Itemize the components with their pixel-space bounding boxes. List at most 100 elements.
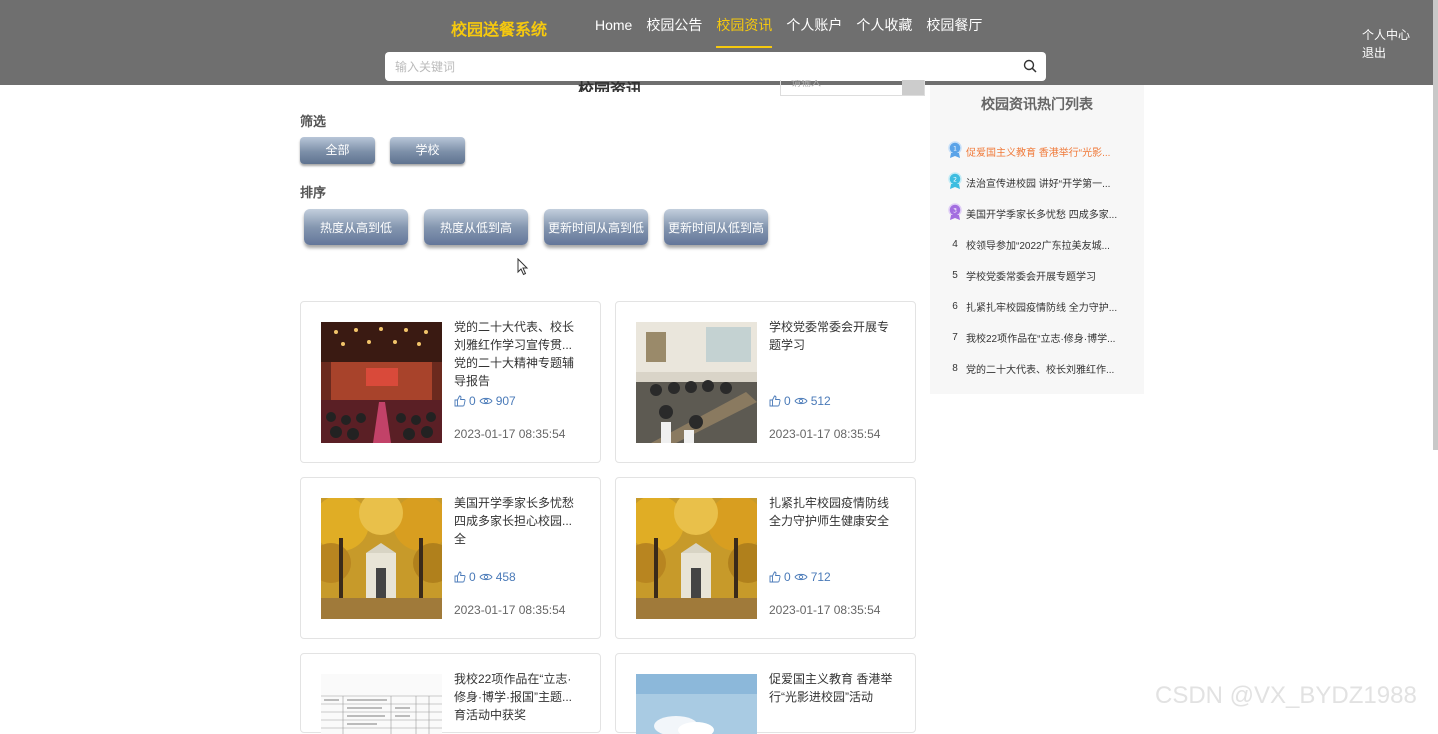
news-card-title[interactable]: 促爱国主义教育 香港举行“光影进校园”活动 <box>769 670 897 706</box>
news-card-stats: 0 712 <box>769 570 831 584</box>
news-thumbnail-campus-autumn <box>636 498 757 619</box>
news-card[interactable]: 学校党委常委会开展专题学习 0 512 2023-01-17 08:35:54 <box>615 301 916 463</box>
hot-list-rank: 4 <box>952 238 958 250</box>
nav-campus-news[interactable]: 校园资讯 <box>716 16 773 48</box>
hot-list-item-text[interactable]: 促爱国主义教育 香港举行“光影... <box>966 144 1131 159</box>
news-search-button[interactable] <box>902 80 924 95</box>
search-icon[interactable] <box>1023 59 1037 73</box>
view-count: 907 <box>495 394 516 408</box>
svg-text:2: 2 <box>953 176 957 183</box>
sort-hot-asc-button[interactable]: 热度从低到高 <box>424 209 528 245</box>
hot-list-item[interactable]: 2 法治宣传进校园 讲好“开学第一... <box>944 171 1139 193</box>
page-title: 校园资讯 <box>578 82 643 92</box>
svg-text:1: 1 <box>953 145 957 152</box>
news-card-stats: 0 512 <box>769 394 831 408</box>
global-search-bar <box>385 52 1046 81</box>
thumbs-up-icon[interactable] <box>454 395 466 407</box>
filter-all-button[interactable]: 全部 <box>300 137 375 164</box>
medal-bronze-icon: 3 <box>944 202 966 224</box>
news-card-stats: 0 458 <box>454 570 516 584</box>
hot-list-item[interactable]: 1 促爱国主义教育 香港举行“光影... <box>944 140 1139 162</box>
hot-list-item[interactable]: 6 扎紧扎牢校园疫情防线 全力守护... <box>944 296 1139 316</box>
nav-announcements[interactable]: 校园公告 <box>646 16 702 46</box>
svg-text:3: 3 <box>953 207 957 214</box>
news-thumbnail-campus-autumn <box>321 498 442 619</box>
hot-list-item-text[interactable]: 扎紧扎牢校园疫情防线 全力守护... <box>966 299 1131 314</box>
news-card-stats: 0 907 <box>454 394 516 408</box>
logout-link[interactable]: 退出 <box>1362 44 1410 62</box>
hot-list-item[interactable]: 4 校领导参加“2022广东拉美友城... <box>944 234 1139 254</box>
sort-time-asc-button[interactable]: 更新时间从低到高 <box>664 209 768 245</box>
news-search-box[interactable]: 请输入 <box>780 80 925 96</box>
news-thumbnail-document-table <box>321 674 442 734</box>
hot-list-item[interactable]: 3 美国开学季家长多忧愁 四成多家... <box>944 202 1139 224</box>
hot-list-item-text[interactable]: 学校党委常委会开展专题学习 <box>966 268 1131 283</box>
hot-list-item[interactable]: 8 党的二十大代表、校长刘雅红作... <box>944 358 1139 378</box>
news-card-title[interactable]: 我校22项作品在“立志·修身·博学·报国”主题...育活动中获奖 <box>454 670 582 724</box>
like-count: 0 <box>469 394 476 408</box>
news-card[interactable]: 党的二十大代表、校长刘雅红作学习宣传贯...党的二十大精神专题辅导报告 0 90… <box>300 301 601 463</box>
news-card[interactable]: 扎紧扎牢校园疫情防线 全力守护师生健康安全 0 712 2023-01-17 0… <box>615 477 916 639</box>
nav-campus-canteen[interactable]: 校园餐厅 <box>926 16 982 46</box>
hot-list-rank: 8 <box>952 362 958 374</box>
nav-personal-account[interactable]: 个人账户 <box>786 16 842 46</box>
like-count: 0 <box>784 394 791 408</box>
view-count: 512 <box>810 394 831 408</box>
nav-home[interactable]: Home <box>595 16 632 46</box>
view-count: 712 <box>810 570 831 584</box>
mouse-cursor-icon <box>517 258 529 276</box>
like-count: 0 <box>469 570 476 584</box>
hot-list-item-text[interactable]: 我校22项作品在“立志·修身·博学... <box>966 330 1131 345</box>
news-card-date: 2023-01-17 08:35:54 <box>454 603 566 617</box>
sort-label: 排序 <box>300 185 327 200</box>
news-thumbnail-meeting <box>636 322 757 443</box>
user-center-link[interactable]: 个人中心 <box>1362 26 1410 44</box>
news-card-date: 2023-01-17 08:35:54 <box>769 427 881 441</box>
news-thumbnail-auditorium <box>321 322 442 443</box>
eye-icon <box>479 573 493 581</box>
hot-list-item-text[interactable]: 法治宣传进校园 讲好“开学第一... <box>966 175 1131 190</box>
medal-gold-icon: 1 <box>944 140 966 162</box>
hot-list-item-text[interactable]: 党的二十大代表、校长刘雅红作... <box>966 361 1131 376</box>
news-card-title[interactable]: 党的二十大代表、校长刘雅红作学习宣传贯...党的二十大精神专题辅导报告 <box>454 318 582 390</box>
main-nav: Home 校园公告 校园资讯 个人账户 个人收藏 校园餐厅 <box>595 16 982 48</box>
brand-logo-text[interactable]: 校园送餐系统 <box>451 16 547 40</box>
hot-list-item[interactable]: 5 学校党委常委会开展专题学习 <box>944 265 1139 285</box>
user-links: 个人中心 退出 <box>1362 26 1410 62</box>
eye-icon <box>794 397 808 405</box>
eye-icon <box>479 397 493 405</box>
hot-list-item-text[interactable]: 美国开学季家长多忧愁 四成多家... <box>966 206 1131 221</box>
hot-list-title: 校园资讯热门列表 <box>981 96 1093 112</box>
hot-list-rank: 5 <box>952 269 958 281</box>
filter-school-button[interactable]: 学校 <box>390 137 465 164</box>
sort-hot-desc-button[interactable]: 热度从高到低 <box>304 209 408 245</box>
news-card[interactable]: 促爱国主义教育 香港举行“光影进校园”活动 <box>615 653 916 734</box>
top-navigation-bar: 校园送餐系统 Home 校园公告 校园资讯 个人账户 个人收藏 校园餐厅 个人中… <box>0 0 1438 85</box>
thumbs-up-icon[interactable] <box>769 395 781 407</box>
nav-favorites[interactable]: 个人收藏 <box>856 16 912 46</box>
view-count: 458 <box>495 570 516 584</box>
watermark-text: CSDN @VX_BYDZ1988 <box>1155 682 1417 709</box>
thumbs-up-icon[interactable] <box>769 571 781 583</box>
news-card-title[interactable]: 美国开学季家长多忧愁 四成多家长担心校园...全 <box>454 494 582 548</box>
hot-list-item[interactable]: 7 我校22项作品在“立志·修身·博学... <box>944 327 1139 347</box>
news-card-title[interactable]: 扎紧扎牢校园疫情防线 全力守护师生健康安全 <box>769 494 897 530</box>
global-search-input[interactable] <box>385 52 1015 81</box>
hot-list-rank: 6 <box>952 300 958 312</box>
news-card-date: 2023-01-17 08:35:54 <box>769 603 881 617</box>
thumbs-up-icon[interactable] <box>454 571 466 583</box>
page-scrollbar[interactable] <box>1433 0 1438 450</box>
hot-news-sidebar: 校园资讯热门列表 1 促爱国主义教育 香港举行“光影... 2 法治宣传进校园 … <box>930 85 1144 394</box>
sort-time-desc-button[interactable]: 更新时间从高到低 <box>544 209 648 245</box>
news-card[interactable]: 美国开学季家长多忧愁 四成多家长担心校园...全 0 458 2023-01-1… <box>300 477 601 639</box>
filter-label: 筛选 <box>300 114 327 129</box>
news-thumbnail-sky <box>636 674 757 734</box>
hot-list-rank: 7 <box>952 331 958 343</box>
like-count: 0 <box>784 570 791 584</box>
medal-silver-icon: 2 <box>944 171 966 193</box>
hot-list-item-text[interactable]: 校领导参加“2022广东拉美友城... <box>966 237 1131 252</box>
news-card-title[interactable]: 学校党委常委会开展专题学习 <box>769 318 897 354</box>
eye-icon <box>794 573 808 581</box>
news-card-date: 2023-01-17 08:35:54 <box>454 427 566 441</box>
news-card[interactable]: 我校22项作品在“立志·修身·博学·报国”主题...育活动中获奖 <box>300 653 601 734</box>
